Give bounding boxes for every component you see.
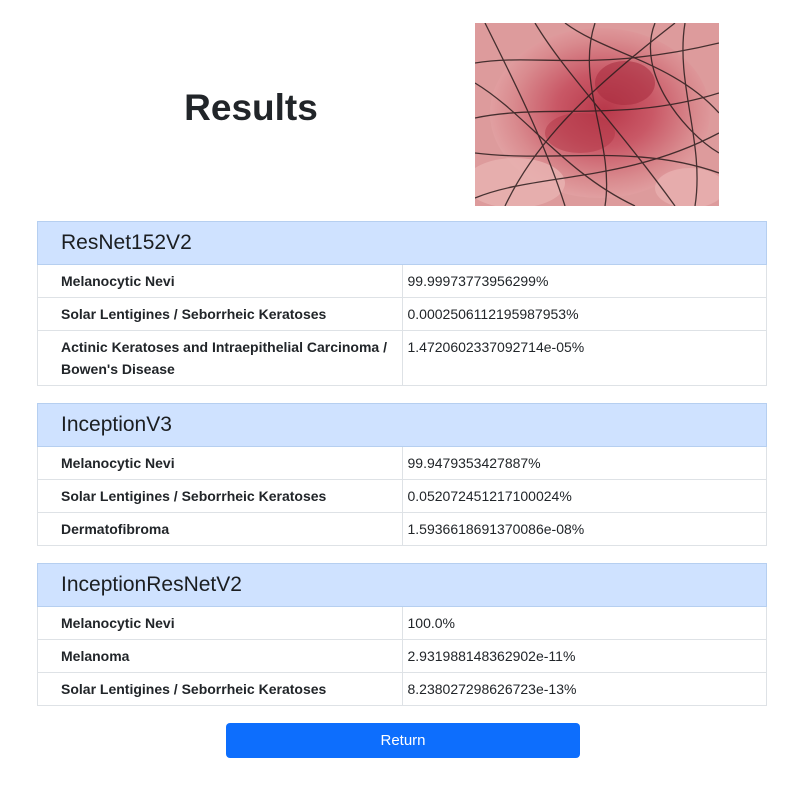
- page-title: Results: [184, 87, 318, 128]
- table-row: Melanocytic Nevi 99.99973773956299%: [37, 264, 767, 298]
- results-header: Results: [0, 0, 801, 215]
- class-label: Melanocytic Nevi: [37, 606, 403, 640]
- class-label: Melanocytic Nevi: [37, 264, 403, 298]
- class-label: Melanocytic Nevi: [37, 446, 403, 480]
- probability-value: 100.0%: [401, 606, 767, 640]
- probability-value: 2.931988148362902e-11%: [401, 639, 767, 673]
- model-name: InceptionV3: [37, 403, 767, 447]
- table-row: Actinic Keratoses and Intraepithelial Ca…: [37, 330, 767, 386]
- model-name: ResNet152V2: [37, 221, 767, 265]
- return-button[interactable]: Return: [226, 723, 580, 758]
- class-label: Actinic Keratoses and Intraepithelial Ca…: [37, 330, 403, 386]
- probability-value: 8.238027298626723e-13%: [401, 672, 767, 706]
- table-row: Dermatofibroma 1.5936618691370086e-08%: [37, 512, 767, 546]
- probability-value: 99.99973773956299%: [401, 264, 767, 298]
- probability-value: 1.4720602337092714e-05%: [401, 330, 767, 386]
- dermoscopy-image: [475, 23, 719, 206]
- table-row: Solar Lentigines / Seborrheic Keratoses …: [37, 297, 767, 331]
- table-row: Melanoma 2.931988148362902e-11%: [37, 639, 767, 673]
- table-row: Melanocytic Nevi 100.0%: [37, 606, 767, 640]
- probability-value: 1.5936618691370086e-08%: [401, 512, 767, 546]
- model-results-table: InceptionV3 Melanocytic Nevi 99.94793534…: [37, 403, 767, 546]
- probability-value: 0.0002506112195987953%: [401, 297, 767, 331]
- table-row: Solar Lentigines / Seborrheic Keratoses …: [37, 479, 767, 513]
- probability-value: 99.9479353427887%: [401, 446, 767, 480]
- class-label: Dermatofibroma: [37, 512, 403, 546]
- class-label: Solar Lentigines / Seborrheic Keratoses: [37, 479, 403, 513]
- model-results-table: InceptionResNetV2 Melanocytic Nevi 100.0…: [37, 563, 767, 706]
- table-row: Solar Lentigines / Seborrheic Keratoses …: [37, 672, 767, 706]
- model-results-table: ResNet152V2 Melanocytic Nevi 99.99973773…: [37, 221, 767, 386]
- class-label: Melanoma: [37, 639, 403, 673]
- model-name: InceptionResNetV2: [37, 563, 767, 607]
- table-row: Melanocytic Nevi 99.9479353427887%: [37, 446, 767, 480]
- class-label: Solar Lentigines / Seborrheic Keratoses: [37, 297, 403, 331]
- probability-value: 0.052072451217100024%: [401, 479, 767, 513]
- class-label: Solar Lentigines / Seborrheic Keratoses: [37, 672, 403, 706]
